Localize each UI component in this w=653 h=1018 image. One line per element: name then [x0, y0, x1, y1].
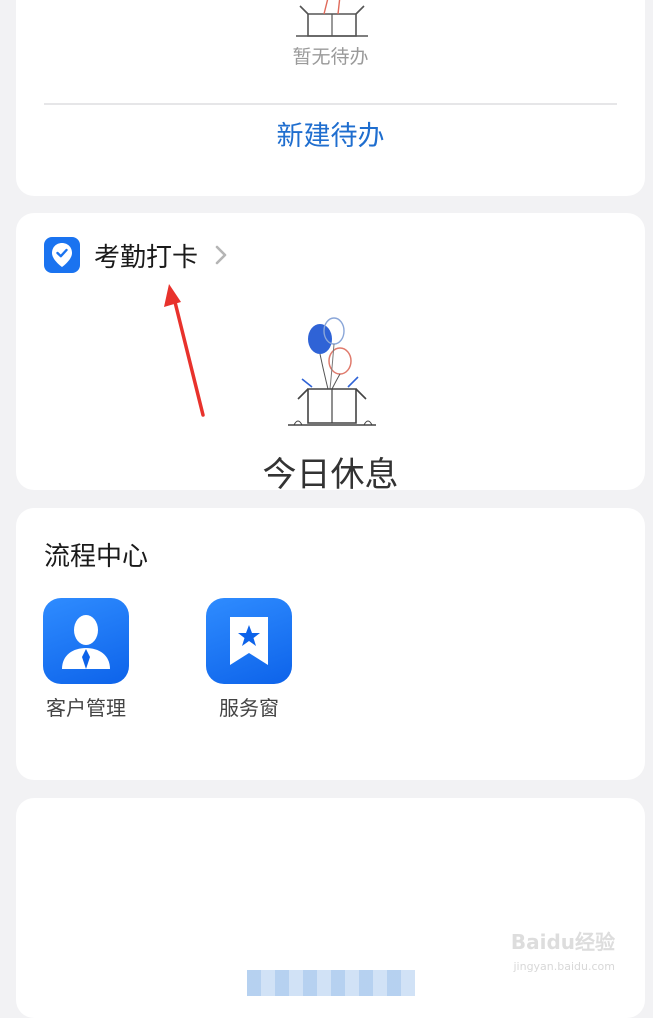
app-label: 客户管理 — [46, 696, 126, 720]
customer-icon — [43, 598, 129, 684]
blurred-content — [247, 970, 415, 996]
watermark-url: jingyan.baidu.com — [513, 960, 615, 973]
app-customer-management[interactable]: 客户管理 — [43, 598, 129, 721]
app-service-window[interactable]: 服务窗 — [206, 598, 292, 721]
watermark-brand: Baidu经验 — [510, 930, 615, 954]
process-center-card: 流程中心 客户管理 服务窗 — [16, 508, 645, 780]
bookmark-star-icon — [206, 598, 292, 684]
process-center-title: 流程中心 — [44, 542, 149, 572]
app-label: 服务窗 — [219, 696, 279, 720]
